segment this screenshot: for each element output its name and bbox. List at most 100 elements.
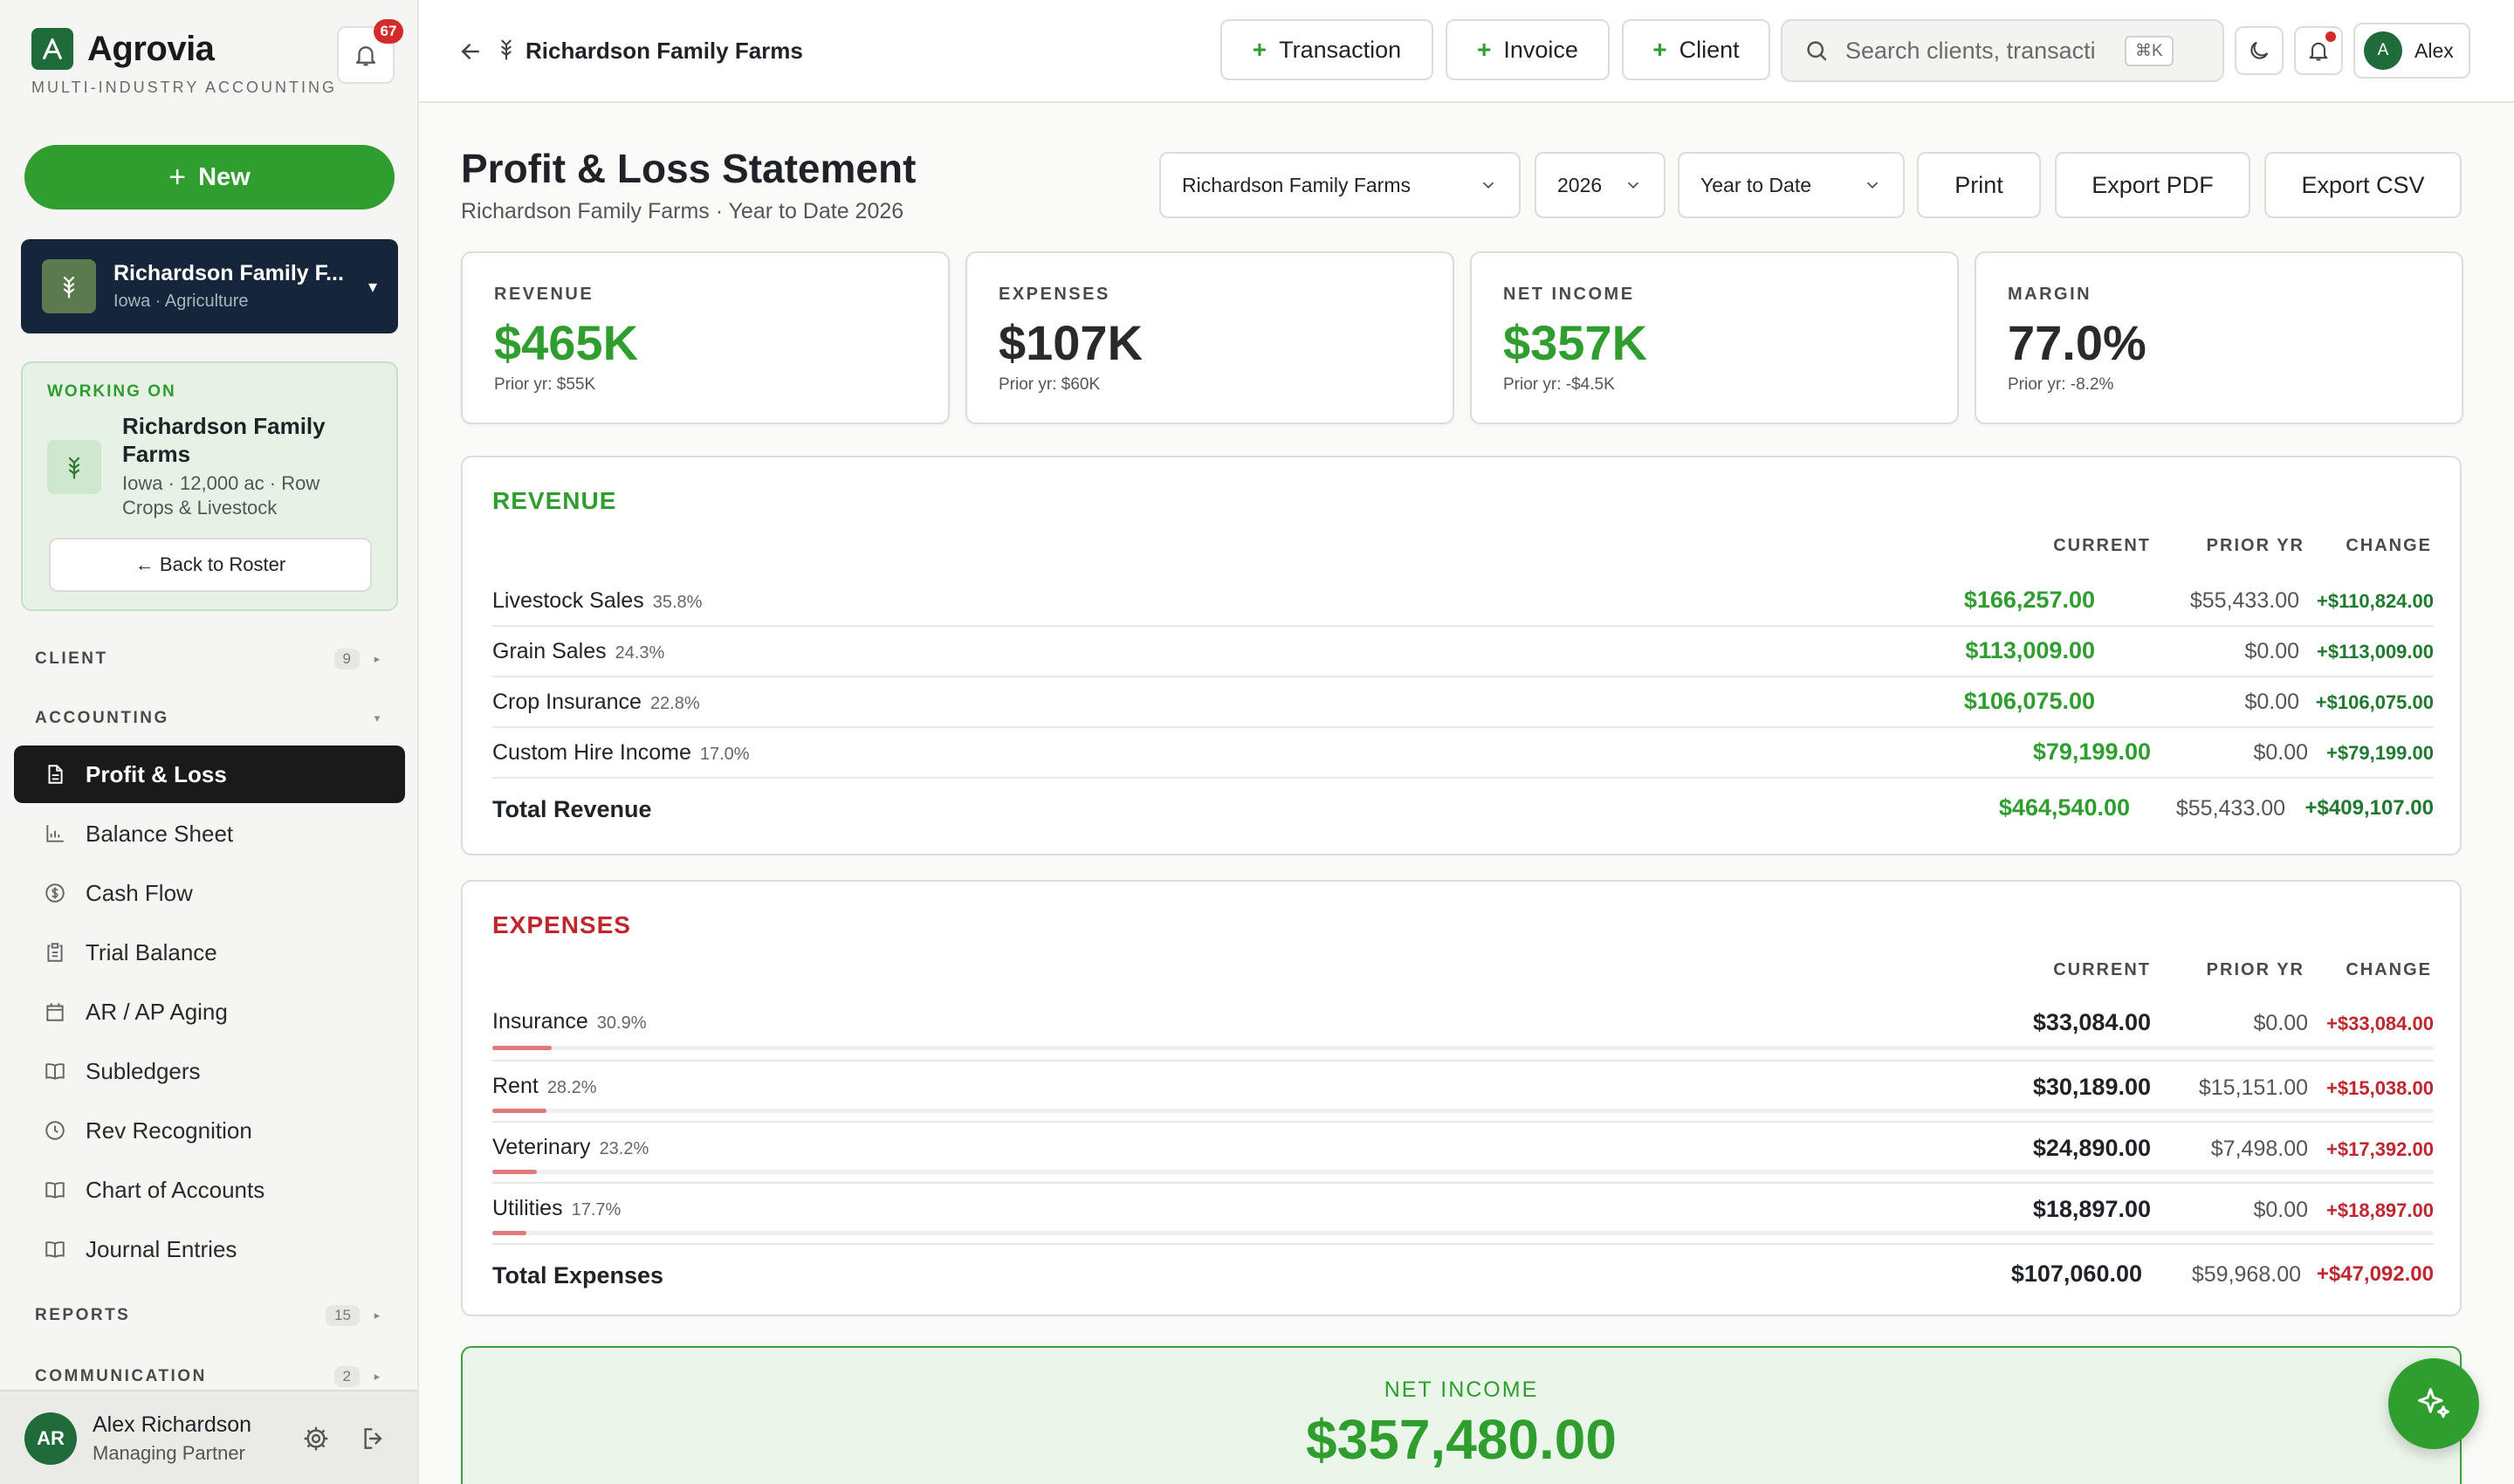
bell-icon [2309, 42, 2328, 61]
dollar-circle-icon [42, 880, 68, 906]
col-header-prior: PRIOR YR [2206, 536, 2304, 555]
sidebar-item-rev-recognition[interactable]: Rev Recognition [14, 1102, 405, 1159]
row-current: $33,084.00 [2032, 1009, 2151, 1035]
new-button[interactable]: + New [24, 145, 395, 210]
gear-icon[interactable] [302, 1425, 330, 1457]
section-accounting-label: ACCOUNTING [35, 709, 169, 727]
section-reports[interactable]: REPORTS 15 ▸ [35, 1302, 384, 1329]
sidebar-item-trial-balance[interactable]: Trial Balance [14, 924, 405, 981]
brand[interactable]: Agrovia [31, 28, 215, 70]
row-current: $79,199.00 [2032, 739, 2151, 765]
ai-assistant-button[interactable] [2388, 1358, 2479, 1449]
row-change: +$33,084.00 [2326, 1013, 2434, 1034]
kpi-prior: Prior yr: -8.2% [2008, 375, 2114, 394]
col-header-current: CURRENT [2053, 960, 2151, 979]
table-row[interactable]: Rent 28.2% $30,189.00 $15,151.00 +$15,038… [492, 1061, 2434, 1123]
row-current: $18,897.00 [2032, 1196, 2151, 1222]
sidebar-item-label: Balance Sheet [86, 820, 234, 847]
breadcrumb[interactable]: Richardson Family Farms [525, 38, 803, 65]
share-bar [492, 1109, 2434, 1113]
back-to-roster-button[interactable]: ← Back to Roster [49, 538, 372, 592]
plus-icon: + [1477, 36, 1492, 63]
export-pdf-button[interactable]: Export PDF [2055, 152, 2250, 218]
notifications-button[interactable] [2294, 26, 2343, 75]
row-pct: 17.7% [571, 1200, 622, 1219]
chevron-down-icon [1866, 182, 1879, 189]
add-invoice-button[interactable]: + Invoice [1446, 19, 1610, 80]
total-change: +$47,092.00 [2316, 1262, 2434, 1286]
search-shortcut: ⌘K [2125, 35, 2174, 66]
total-change: +$409,107.00 [2304, 796, 2434, 820]
add-transaction-button[interactable]: + Transaction [1220, 19, 1433, 80]
net-income-card: NET INCOME $357,480.00 [461, 1346, 2462, 1484]
sidebar-item-cash-flow[interactable]: Cash Flow [14, 864, 405, 922]
kpi-value: $465K [494, 315, 639, 370]
document-icon [42, 761, 68, 787]
share-bar-fill [492, 1046, 552, 1050]
sparkle-icon [2418, 1388, 2449, 1419]
sidebar-item-profit-loss[interactable]: Profit & Loss [14, 745, 405, 803]
row-change: +$113,009.00 [2317, 641, 2434, 663]
top-bar: Richardson Family Farms + Transaction + … [419, 0, 2514, 103]
row-pct: 17.0% [699, 745, 750, 764]
sidebar-item-label: AR / AP Aging [86, 998, 228, 1025]
row-prior: $0.00 [2253, 1011, 2308, 1035]
row-current: $106,075.00 [1963, 688, 2095, 714]
bell-icon [355, 46, 376, 66]
back-arrow-icon[interactable] [457, 38, 484, 69]
sidebar-item-ar-ap-aging[interactable]: AR / AP Aging [14, 983, 405, 1041]
kpi-label: NET INCOME [1503, 285, 1635, 304]
add-client-button[interactable]: + Client [1622, 19, 1770, 80]
table-row[interactable]: Custom Hire Income 17.0% $79,199.00 $0.00… [492, 728, 2434, 779]
year-select[interactable]: 2026 [1535, 152, 1666, 218]
working-on-panel: WORKING ON Richardson Family Farms Iowa … [21, 361, 398, 611]
client-select[interactable]: Richardson Family Farms [1159, 152, 1521, 218]
sidebar-item-subledgers[interactable]: Subledgers [14, 1042, 405, 1100]
section-accounting[interactable]: ACCOUNTING ▾ [35, 705, 384, 732]
row-prior: $7,498.00 [2210, 1137, 2308, 1161]
user-menu-button[interactable]: A Alex [2353, 23, 2470, 79]
caret-down-icon: ▾ [374, 711, 381, 725]
table-row[interactable]: Livestock Sales 35.8% $166,257.00 $55,433… [492, 576, 2434, 627]
row-current: $113,009.00 [1965, 637, 2095, 663]
sidebar-item-chart-of-accounts[interactable]: Chart of Accounts [14, 1161, 405, 1219]
period-select[interactable]: Year to Date [1678, 152, 1905, 218]
search-placeholder: Search clients, transacti [1845, 37, 2096, 64]
row-pct: 23.2% [599, 1139, 649, 1158]
clock-icon [42, 1117, 68, 1144]
search-input[interactable]: Search clients, transacti ⌘K [1781, 19, 2224, 82]
row-change: +$110,824.00 [2317, 590, 2434, 612]
row-name: Insurance [492, 1009, 588, 1034]
sidebar-item-journal-entries[interactable]: Journal Entries [14, 1220, 405, 1278]
row-name: Livestock Sales [492, 588, 644, 613]
moon-icon [2250, 41, 2269, 59]
table-row[interactable]: Veterinary 23.2% $24,890.00 $7,498.00 +$1… [492, 1123, 2434, 1184]
table-row[interactable]: Utilities 17.7% $18,897.00 $0.00 +$18,897… [492, 1184, 2434, 1245]
client-switcher[interactable]: Richardson Family F... Iowa · Agricultur… [21, 239, 398, 333]
section-client[interactable]: CLIENT 9 ▸ [35, 646, 384, 672]
logout-icon[interactable] [360, 1425, 388, 1457]
kpi-value: $107K [999, 315, 1144, 370]
expenses-title: EXPENSES [492, 911, 631, 938]
row-prior: $0.00 [2253, 1198, 2308, 1222]
export-csv-button[interactable]: Export CSV [2264, 152, 2462, 218]
wheat-icon [494, 35, 519, 67]
user-profile-bar: AR Alex Richardson Managing Partner [0, 1390, 417, 1484]
table-row[interactable]: Crop Insurance 22.8% $106,075.00 $0.00 +$… [492, 677, 2434, 728]
table-row[interactable]: Insurance 30.9% $33,084.00 $0.00 +$33,084… [492, 1000, 2434, 1061]
theme-toggle-button[interactable] [2235, 26, 2284, 75]
row-prior: $0.00 [2253, 740, 2308, 765]
section-communication-label: COMMUNICATION [35, 1367, 207, 1385]
section-communication[interactable]: COMMUNICATION 2 ▸ [35, 1364, 384, 1390]
row-name: Custom Hire Income [492, 740, 691, 765]
table-row[interactable]: Grain Sales 24.3% $113,009.00 $0.00 +$113… [492, 627, 2434, 677]
share-bar [492, 1231, 2434, 1235]
sidebar-item-label: Rev Recognition [86, 1116, 252, 1144]
row-pct: 24.3% [615, 643, 665, 663]
sidebar-item-balance-sheet[interactable]: Balance Sheet [14, 805, 405, 862]
avatar[interactable]: AR [24, 1412, 77, 1465]
brand-tagline: MULTI-INDUSTRY ACCOUNTING [31, 79, 338, 96]
print-button[interactable]: Print [1917, 152, 2041, 218]
total-current: $464,540.00 [1998, 794, 2130, 821]
notification-dot [2325, 31, 2336, 42]
